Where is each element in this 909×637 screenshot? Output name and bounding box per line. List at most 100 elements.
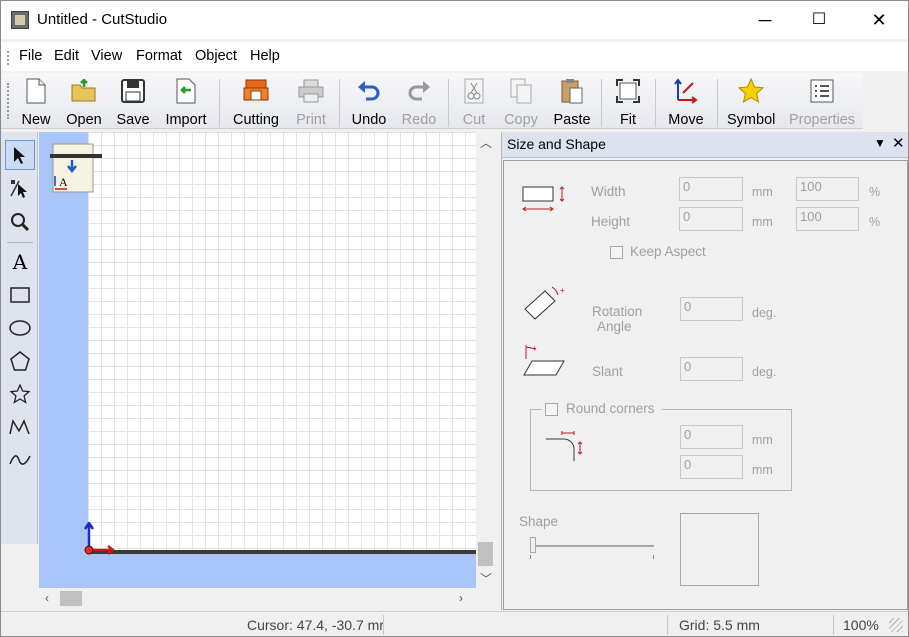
redo-button[interactable]: Redo [399, 77, 439, 128]
corner-width-field[interactable]: 0 [680, 425, 743, 449]
cutting-machine-icon [243, 79, 269, 101]
fit-button[interactable]: Fit [611, 77, 645, 128]
slider-thumb[interactable] [530, 537, 536, 553]
select-tool[interactable] [5, 140, 35, 170]
app-icon [11, 11, 29, 29]
rotation-label: Rotation [592, 304, 643, 319]
open-button[interactable]: Open [64, 77, 104, 128]
ellipse-icon [9, 320, 31, 336]
vertical-scrollbar[interactable]: ︿ ﹀ [476, 132, 495, 588]
menu-view[interactable]: View [91, 48, 122, 64]
polyline-tool[interactable] [5, 412, 35, 442]
symbol-button[interactable]: Symbol [727, 77, 775, 128]
close-button[interactable]: ✕ [856, 1, 902, 39]
resize-grip[interactable] [889, 618, 903, 632]
menu-object[interactable]: Object [195, 48, 237, 64]
zoom-tool[interactable] [5, 207, 35, 237]
grid-size: Grid: 5.5 mm [679, 617, 760, 633]
printer-icon [298, 79, 324, 103]
save-button[interactable]: Save [115, 77, 151, 128]
cursor-position: Cursor: 47.4, -30.7 mr [247, 617, 383, 633]
toolbar-separator [219, 79, 220, 127]
round-corners-checkbox[interactable] [545, 403, 558, 416]
scissors-icon [464, 78, 484, 104]
scroll-down-icon[interactable]: ﹀ [480, 570, 492, 587]
magnifier-icon [11, 213, 30, 232]
cutting-sheet[interactable] [88, 132, 476, 552]
toolbar-separator [601, 79, 602, 127]
new-file-icon [26, 78, 46, 104]
copy-icon [510, 78, 532, 104]
node-edit-tool[interactable] [5, 173, 35, 203]
copy-button[interactable]: Copy [501, 77, 541, 128]
star-tool[interactable] [5, 379, 35, 409]
polyline-icon [9, 419, 30, 435]
width-percent-unit: % [869, 185, 881, 199]
curve-tool[interactable] [5, 445, 35, 475]
menu-help[interactable]: Help [250, 48, 280, 64]
shape-label: Shape [519, 514, 559, 529]
origin-marker[interactable] [81, 520, 121, 561]
width-percent-field[interactable]: 100 [796, 177, 859, 201]
panel-close-icon[interactable]: ✕ [892, 134, 905, 152]
ellipse-tool[interactable] [5, 313, 35, 343]
maximize-button[interactable]: ☐ [796, 1, 842, 39]
slant-field[interactable]: 0 [680, 357, 743, 381]
panel-dropdown-icon[interactable]: ▼ [874, 136, 886, 150]
print-button[interactable]: Print [293, 77, 329, 128]
window-title: Untitled - CutStudio [37, 11, 168, 28]
import-button[interactable]: Import [163, 77, 209, 128]
vertical-scroll-thumb[interactable] [478, 542, 493, 566]
toolbar-separator [655, 79, 656, 127]
rectangle-icon [10, 287, 30, 303]
properties-button[interactable]: Properties [787, 77, 857, 128]
scroll-left-icon[interactable]: ‹ [45, 591, 49, 605]
undo-button[interactable]: Undo [349, 77, 389, 128]
clipboard-icon [561, 79, 583, 104]
scroll-up-icon[interactable]: ︿ [480, 134, 492, 151]
width-field[interactable]: 0 [679, 177, 743, 201]
slider-tick [653, 555, 654, 559]
menu-format[interactable]: Format [136, 48, 182, 64]
corner-width-unit: mm [752, 433, 773, 447]
minimize-button[interactable]: ─ [742, 1, 788, 39]
panel-title: Size and Shape [507, 136, 606, 152]
keep-aspect-checkbox[interactable] [610, 246, 623, 259]
text-a-icon: A [12, 250, 28, 274]
text-tool[interactable]: A [5, 247, 35, 277]
rotation-unit: deg. [752, 306, 777, 320]
panel-header: Size and Shape ▼ ✕ [502, 132, 908, 158]
height-unit: mm [752, 215, 773, 229]
status-divider [833, 615, 834, 635]
menu-edit[interactable]: Edit [54, 48, 79, 64]
cutting-button[interactable]: Cutting [229, 77, 283, 128]
menu-file[interactable]: File [19, 48, 42, 64]
drawing-toolbar: A [1, 132, 38, 544]
corner-height-field[interactable]: 0 [680, 455, 743, 479]
svg-text:+: + [560, 286, 565, 295]
rectangle-tool[interactable] [5, 280, 35, 310]
rotation-angle-label: Angle [597, 319, 632, 334]
corner-height-unit: mm [752, 463, 773, 477]
cut-button[interactable]: Cut [457, 77, 491, 128]
horizontal-scroll-thumb[interactable] [60, 591, 82, 606]
keep-aspect-label: Keep Aspect [630, 244, 706, 259]
scroll-right-icon[interactable]: › [459, 591, 463, 605]
height-percent-field[interactable]: 100 [796, 207, 859, 231]
fit-frame-icon [616, 79, 640, 103]
height-field[interactable]: 0 [679, 207, 743, 231]
import-icon [176, 78, 196, 104]
size-and-shape-panel: Size and Shape ▼ ✕ Width 0 mm 100 % Heig… [501, 132, 908, 610]
paste-button[interactable]: Paste [552, 77, 592, 128]
status-divider [383, 615, 384, 635]
slider-track [530, 545, 654, 547]
rotation-field[interactable]: 0 [680, 297, 743, 321]
media-roll-icon[interactable]: A [50, 142, 104, 197]
horizontal-scrollbar[interactable]: ‹ › [39, 588, 476, 609]
move-button[interactable]: Move [665, 77, 707, 128]
polygon-tool[interactable] [5, 346, 35, 376]
properties-list-icon [810, 79, 834, 103]
workspace[interactable]: A [39, 132, 476, 588]
new-button[interactable]: New [19, 77, 53, 128]
shape-slider[interactable] [530, 537, 654, 559]
